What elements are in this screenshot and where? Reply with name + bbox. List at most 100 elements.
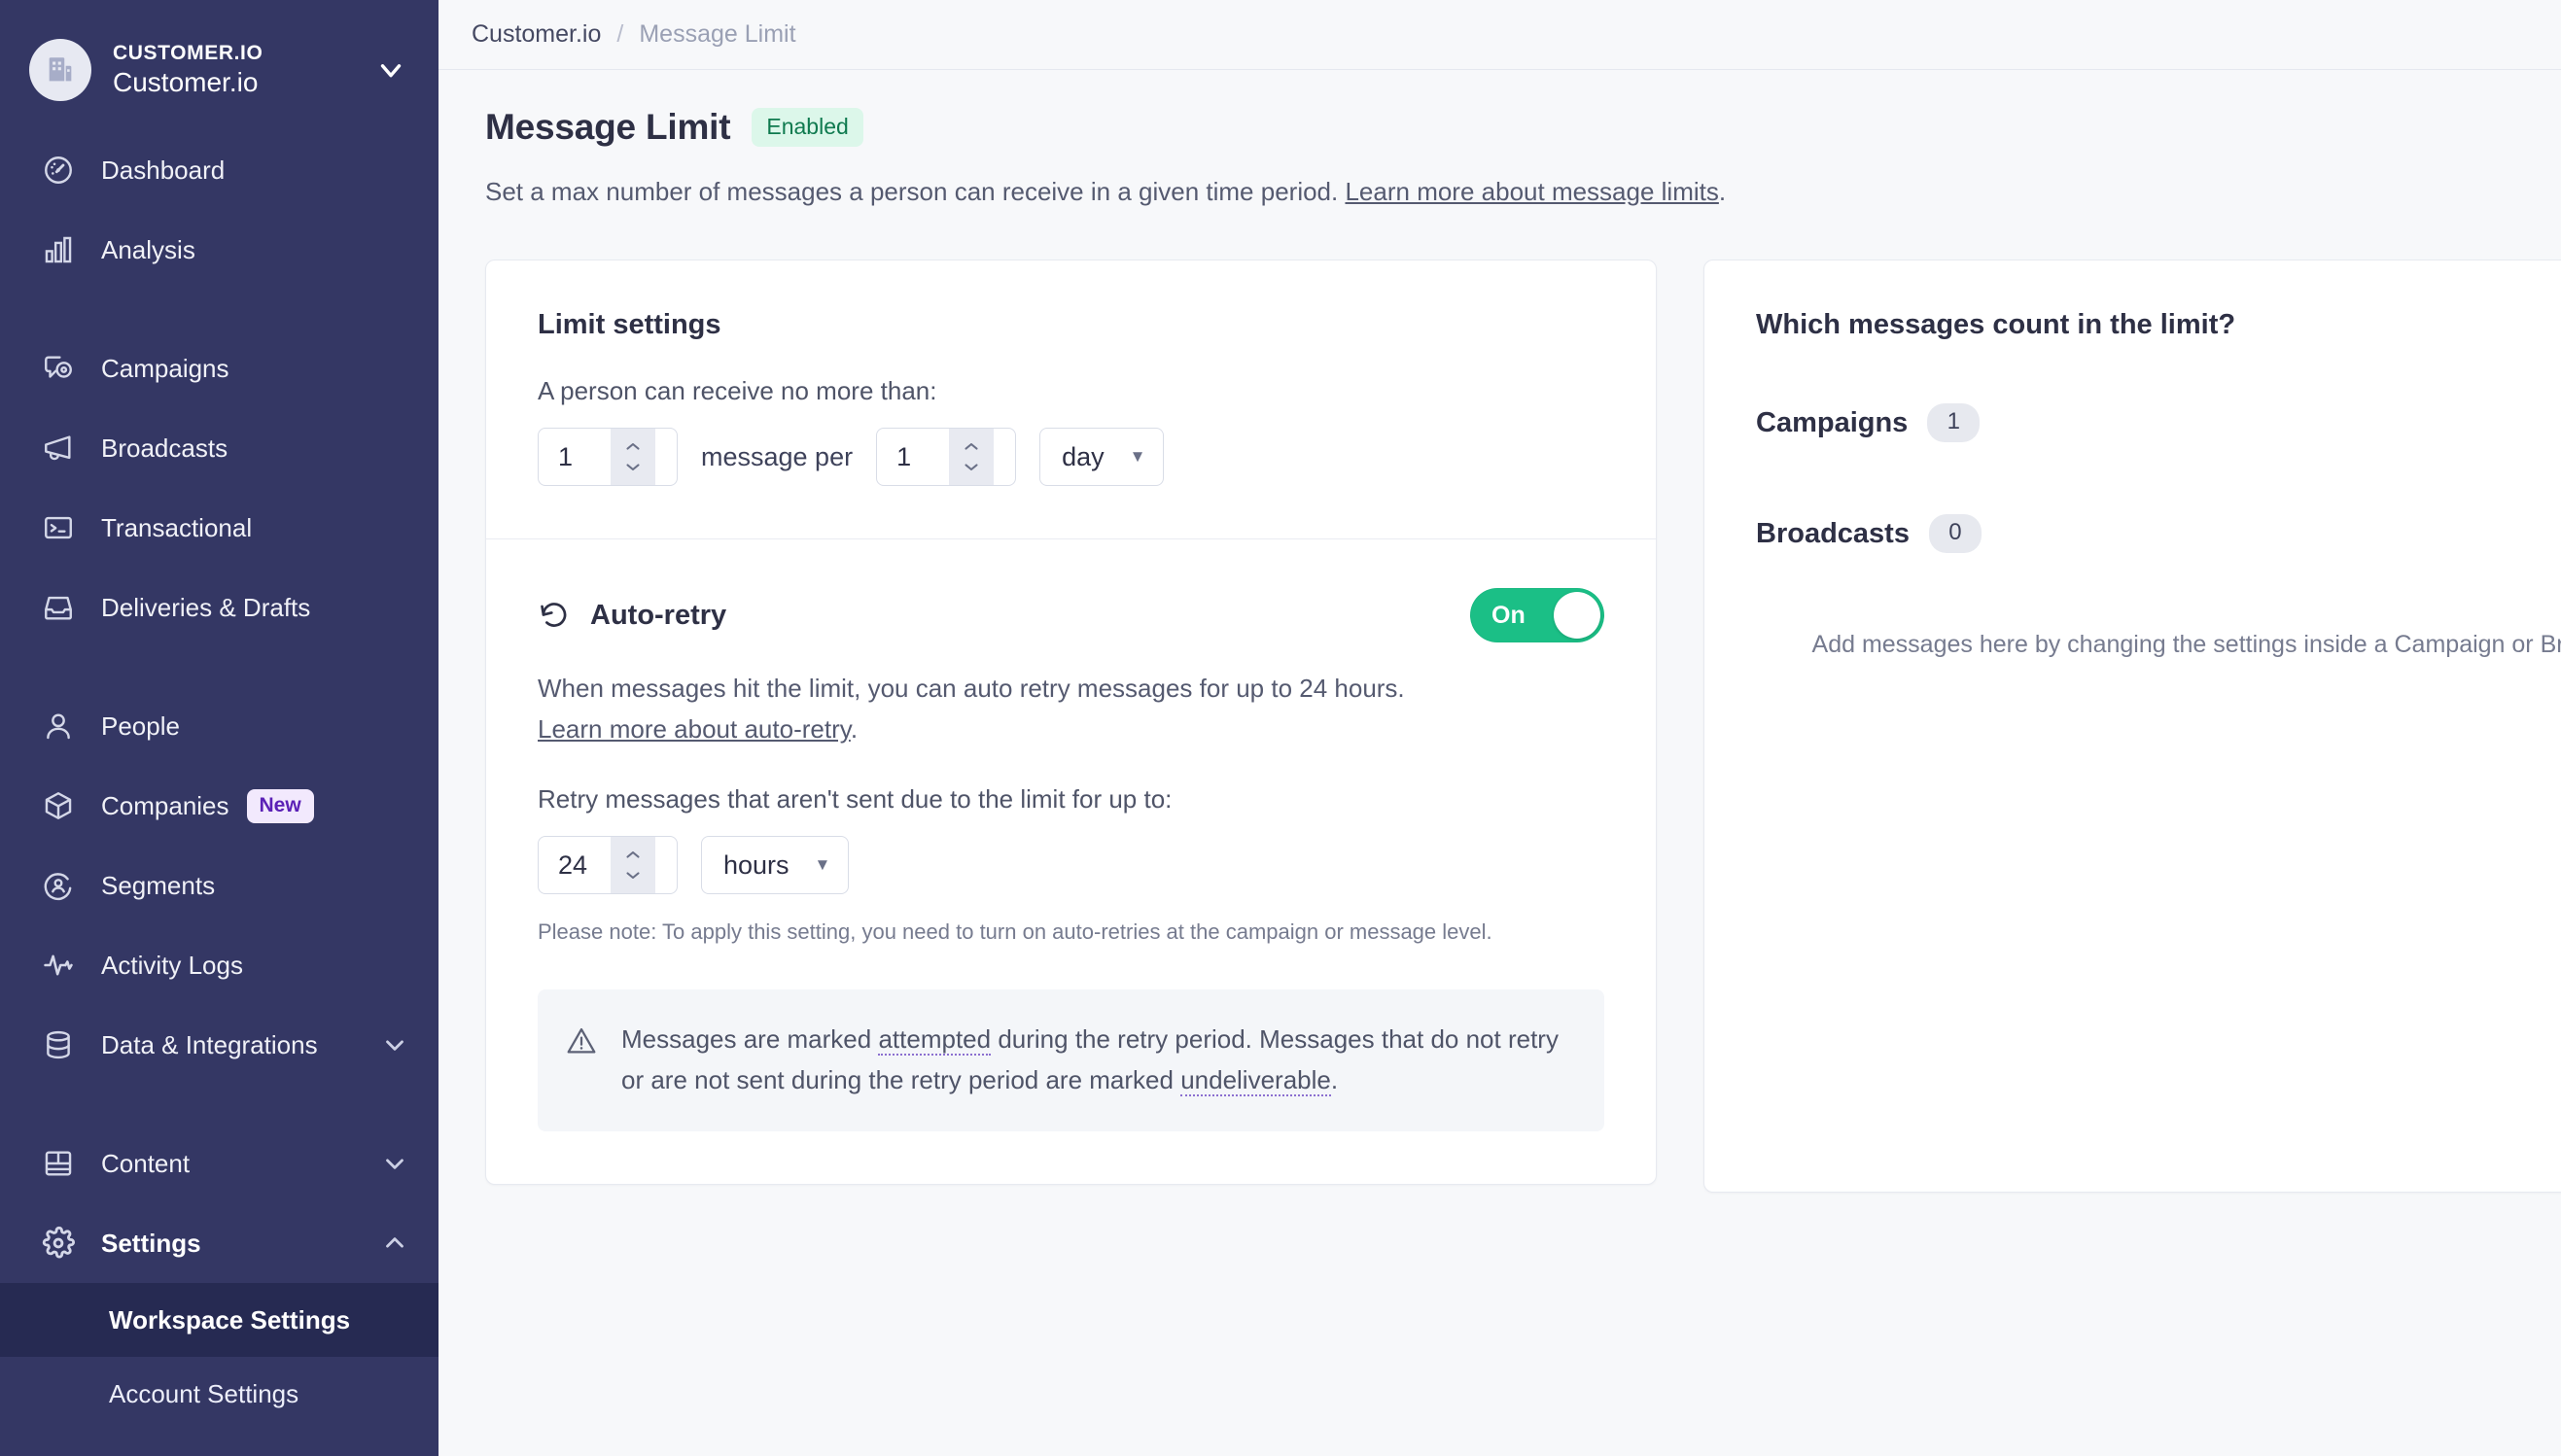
retry-circular-arrow-icon xyxy=(538,599,571,632)
sidebar-item-label: Transactional xyxy=(101,512,253,542)
sidebar-item-broadcasts[interactable]: Broadcasts xyxy=(0,408,439,488)
sidebar-item-companies[interactable]: Companies New xyxy=(0,766,439,846)
nav-divider xyxy=(0,1085,439,1124)
auto-retry-title: Auto-retry xyxy=(590,599,727,631)
callout-part-1: Messages are marked xyxy=(621,1024,879,1054)
broadcasts-count-badge: 0 xyxy=(1928,514,1982,553)
status-badge: Enabled xyxy=(752,108,863,147)
chevron-down-icon[interactable] xyxy=(380,1030,409,1059)
page-subheader: Set a max number of messages a person ca… xyxy=(485,175,2561,217)
sidebar-item-label: Analysis xyxy=(101,234,195,264)
campaigns-count-badge: 1 xyxy=(1927,403,1981,442)
workspace-switcher[interactable]: CUSTOMER.IO Customer.io xyxy=(0,0,439,119)
retry-unit-value: hours xyxy=(723,849,789,880)
period-count-input[interactable] xyxy=(877,441,950,472)
page-description-period: . xyxy=(1718,177,1727,206)
auto-retry-description-text: When messages hit the limit, you can aut… xyxy=(538,674,1405,703)
limit-settings-title: Limit settings xyxy=(538,309,721,340)
auto-retry-description-period: . xyxy=(850,714,859,744)
sidebar-item-dashboard[interactable]: Dashboard xyxy=(0,130,439,210)
broadcasts-label: Broadcasts xyxy=(1756,517,1910,549)
chevron-up-icon[interactable] xyxy=(380,1229,409,1258)
workspace-eyebrow: CUSTOMER.IO xyxy=(113,42,263,64)
sidebar-item-campaigns[interactable]: Campaigns xyxy=(0,329,439,408)
campaigns-expand-row[interactable]: Campaigns 1 xyxy=(1756,374,2561,471)
sidebar-item-deliveries-drafts[interactable]: Deliveries & Drafts xyxy=(0,568,439,647)
sidebar-item-analysis[interactable]: Analysis xyxy=(0,210,439,290)
campaigns-label: Campaigns xyxy=(1756,406,1909,438)
sidebar-item-label: Settings xyxy=(101,1228,201,1258)
which-messages-card: Which messages count in the limit? Campa… xyxy=(1703,260,2561,1193)
limit-settings-label: A person can receive no more than: xyxy=(538,376,937,405)
period-unit-value: day xyxy=(1062,441,1105,471)
retry-duration-stepper[interactable] xyxy=(538,836,678,894)
message-count-stepper[interactable] xyxy=(538,428,678,486)
sidebar-item-settings[interactable]: Settings xyxy=(0,1203,439,1283)
limit-settings-section: Limit settings A person can receive no m… xyxy=(486,260,1656,538)
sidebar: CUSTOMER.IO Customer.io Dashboard Analys… xyxy=(0,0,439,1456)
learn-more-auto-retry-link[interactable]: Learn more about auto-retry xyxy=(538,714,851,744)
page-description-text: Set a max number of messages a person ca… xyxy=(485,177,1339,206)
sidebar-item-account-settings[interactable]: Account Settings xyxy=(0,1357,439,1431)
message-count-input[interactable] xyxy=(539,441,611,472)
chevron-down-icon[interactable] xyxy=(380,1149,409,1178)
broadcasts-expand-row[interactable]: Broadcasts 0 xyxy=(1756,485,2561,582)
gear-icon xyxy=(39,1224,78,1263)
sidebar-item-label: Data & Integrations xyxy=(101,1029,318,1059)
sidebar-item-transactional[interactable]: Transactional xyxy=(0,488,439,568)
top-bar: Customer.io / Message Limit Need help? xyxy=(439,0,2561,70)
auto-retry-toggle[interactable]: On xyxy=(1470,588,1604,642)
stepper-arrows-icon[interactable] xyxy=(611,429,655,485)
sidebar-item-label: Dashboard xyxy=(101,155,226,185)
page-title: Message Limit xyxy=(485,107,731,147)
sidebar-item-label: Companies xyxy=(101,790,229,820)
retry-unit-select[interactable]: hours ▼ xyxy=(701,836,850,894)
retry-duration-input[interactable] xyxy=(539,849,611,881)
cards-container: Limit settings A person can receive no m… xyxy=(485,260,2561,1193)
period-count-stepper[interactable] xyxy=(876,428,1017,486)
breadcrumb-root[interactable]: Customer.io xyxy=(472,20,601,49)
limit-settings-controls: message per day ▼ xyxy=(538,428,1604,486)
terminal-icon xyxy=(39,508,78,547)
sidebar-item-segments[interactable]: Segments xyxy=(0,846,439,925)
retry-duration-controls: hours ▼ xyxy=(538,836,1604,894)
sidebar-item-activity-logs[interactable]: Activity Logs xyxy=(0,925,439,1005)
sidebar-item-label: Segments xyxy=(101,870,216,900)
toggle-knob xyxy=(1554,592,1600,639)
pulse-icon xyxy=(39,946,78,985)
nav-divider xyxy=(0,647,439,686)
auto-retry-title-group: Auto-retry xyxy=(538,599,726,632)
retry-warning-text: Messages are marked attempted during the… xyxy=(621,1019,1571,1100)
callout-term-attempted: attempted xyxy=(878,1024,992,1056)
sidebar-item-label: Deliveries & Drafts xyxy=(101,592,311,622)
which-messages-section: Which messages count in the limit? Campa… xyxy=(1704,260,2561,664)
auto-retry-description: When messages hit the limit, you can aut… xyxy=(538,668,1422,749)
period-unit-select[interactable]: day ▼ xyxy=(1039,428,1165,486)
auto-retry-header: Auto-retry On xyxy=(538,588,1604,642)
retry-warning-callout: Messages are marked attempted during the… xyxy=(538,989,1604,1131)
sidebar-item-label: People xyxy=(101,711,180,741)
workspace-avatar xyxy=(29,39,91,101)
stepper-arrows-icon[interactable] xyxy=(611,837,655,893)
learn-more-message-limits-link[interactable]: Learn more about message limits xyxy=(1345,177,1718,206)
gauge-icon xyxy=(39,151,78,190)
sidebar-subitem-label: Account Settings xyxy=(109,1378,299,1408)
workspace-chevron-down-icon[interactable] xyxy=(374,53,413,87)
inbox-icon xyxy=(39,588,78,627)
campaign-bubble-icon xyxy=(39,349,78,388)
sidebar-item-content[interactable]: Content xyxy=(0,1124,439,1203)
workspace-names: CUSTOMER.IO Customer.io xyxy=(113,41,374,99)
page-description: Set a max number of messages a person ca… xyxy=(485,175,1726,208)
sidebar-item-people[interactable]: People xyxy=(0,686,439,766)
megaphone-icon xyxy=(39,429,78,468)
auto-retry-section: Auto-retry On When messages hit the limi… xyxy=(486,538,1656,1184)
companies-new-badge: New xyxy=(246,788,314,823)
cube-icon xyxy=(39,786,78,825)
breadcrumb-current: Message Limit xyxy=(639,20,796,48)
stepper-arrows-icon[interactable] xyxy=(949,429,995,485)
limit-settings-card: Limit settings A person can receive no m… xyxy=(485,260,1657,1185)
sidebar-item-data-integrations[interactable]: Data & Integrations xyxy=(0,1005,439,1085)
main-area: Customer.io / Message Limit Need help? xyxy=(439,0,2561,1456)
sidebar-item-workspace-settings[interactable]: Workspace Settings xyxy=(0,1283,439,1357)
retry-note: Please note: To apply this setting, you … xyxy=(538,919,1492,944)
